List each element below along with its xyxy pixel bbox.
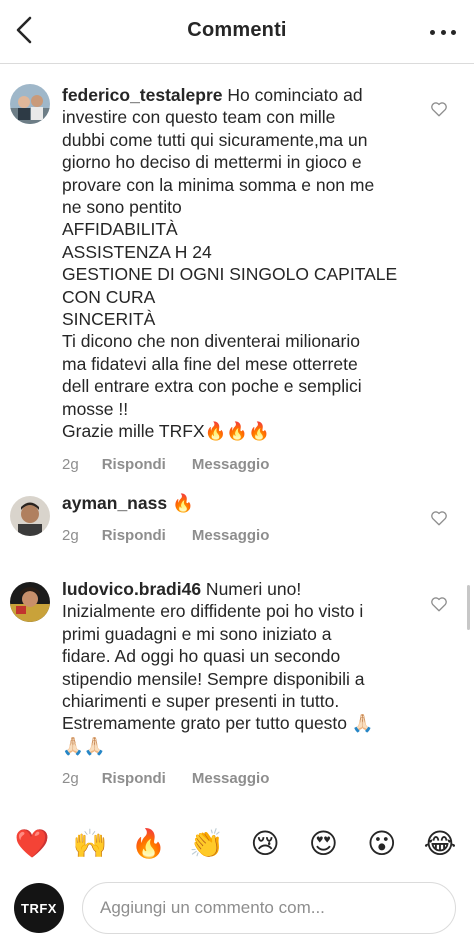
comment-username[interactable]: federico_testalepre — [62, 85, 223, 105]
reply-button[interactable]: Rispondi — [102, 770, 166, 787]
scrollbar[interactable] — [467, 585, 470, 630]
heart-emoji-button[interactable]: ❤️ — [12, 827, 52, 860]
message-button[interactable]: Messaggio — [192, 456, 270, 473]
heart-icon[interactable] — [430, 509, 448, 527]
heart-eyes-emoji-button[interactable]: 😍 — [303, 827, 343, 860]
comment-actions: 2g Rispondi Messaggio — [62, 527, 412, 544]
crying-emoji-button[interactable]: 😢 — [245, 827, 285, 860]
clapping-emoji-button[interactable]: 👏 — [187, 827, 227, 860]
raised-hands-emoji-button[interactable]: 🙌 — [70, 827, 110, 860]
more-dots-icon[interactable] — [430, 22, 456, 42]
page-title: Commenti — [187, 19, 287, 41]
reply-button[interactable]: Rispondi — [102, 527, 166, 544]
comment-time: 2g — [62, 770, 79, 788]
comment-time: 2g — [62, 455, 79, 473]
header-bar: Commenti — [0, 0, 474, 64]
surprised-emoji-button[interactable]: 😮 — [362, 827, 402, 860]
comment-composer: TRFX — [0, 872, 474, 948]
heart-icon[interactable] — [430, 595, 448, 613]
message-button[interactable]: Messaggio — [192, 527, 270, 544]
user-avatar-logo: TRFX — [14, 883, 64, 933]
comment-actions: 2g Rispondi Messaggio — [62, 770, 412, 787]
avatar[interactable] — [10, 582, 50, 622]
comment-username[interactable]: ayman_nass — [62, 493, 167, 513]
heart-icon[interactable] — [430, 100, 448, 118]
comment-list: federico_testalepre Ho cominciato ad inv… — [0, 64, 474, 790]
comment-input[interactable] — [82, 882, 456, 934]
comment-time: 2g — [62, 527, 79, 545]
comment-text: ayman_nass 🔥 — [62, 493, 194, 513]
comment-actions: 2g Rispondi Messaggio — [62, 456, 412, 473]
comment-text: ludovico.bradi46 Numeri uno! Inizialment… — [62, 579, 374, 756]
fire-emoji-button[interactable]: 🔥 — [129, 827, 169, 860]
avatar[interactable] — [10, 496, 50, 536]
laughing-emoji-button[interactable]: 😂 — [420, 827, 460, 860]
comment-text: federico_testalepre Ho cominciato ad inv… — [62, 85, 398, 442]
reply-button[interactable]: Rispondi — [102, 456, 166, 473]
comment-username[interactable]: ludovico.bradi46 — [62, 579, 201, 599]
message-button[interactable]: Messaggio — [192, 770, 270, 787]
avatar[interactable] — [10, 84, 50, 124]
emoji-reaction-bar: ❤️ 🙌 🔥 👏 😢 😍 😮 😂 — [0, 815, 474, 871]
